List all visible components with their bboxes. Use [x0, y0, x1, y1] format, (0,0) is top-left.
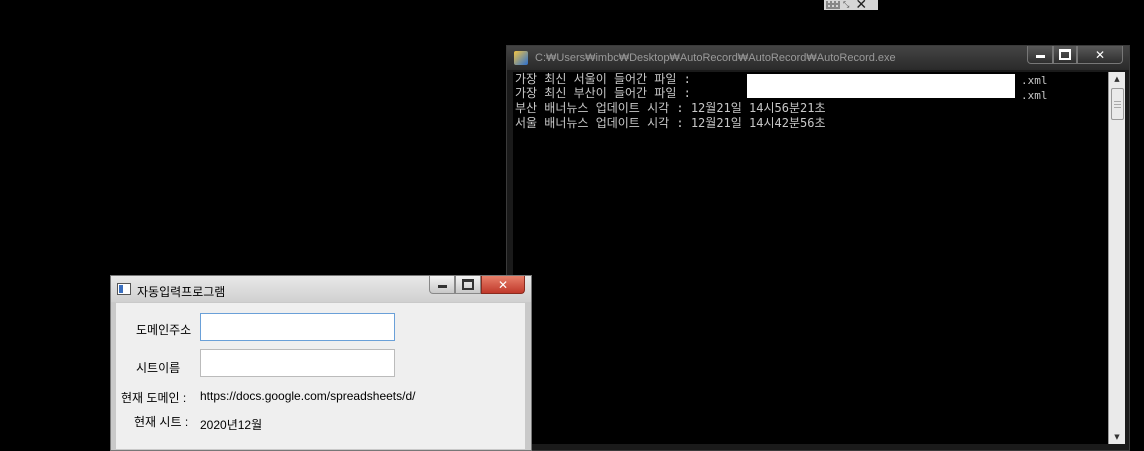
console-line-seoul-update: 서울 배너뉴스 업데이트 시각 : 12월21일 14시42분56초: [515, 116, 826, 130]
console-line-label: 가장 최신 서울이 들어간 파일 :: [515, 72, 691, 86]
sheet-label: 시트이름: [136, 361, 181, 375]
maximize-icon: [1059, 49, 1071, 60]
resize-icon[interactable]: ⤡: [843, 1, 849, 9]
window-app-icon: [117, 283, 131, 295]
current-domain-value: https://docs.google.com/spreadsheets/d/: [200, 389, 416, 403]
close-icon[interactable]: ✕: [855, 0, 867, 12]
maximize-icon: [462, 279, 474, 290]
form-title: 자동입력프로그램: [137, 285, 226, 299]
sheet-input[interactable]: [200, 349, 395, 377]
console-title: C:₩Users₩imbc₩Desktop₩AutoRecord₩AutoRec…: [535, 52, 896, 64]
close-icon: ✕: [1094, 47, 1106, 62]
current-sheet-value: 2020년12월: [200, 418, 263, 432]
redacted-filename: [747, 85, 1015, 98]
console-minimize-button[interactable]: [1027, 46, 1053, 64]
minimize-icon: [1035, 55, 1045, 58]
console-window-controls: ✕: [1027, 46, 1123, 64]
console-line-busan-file: 가장 최신 부산이 들어간 파일 :: [515, 87, 691, 100]
minimize-icon: [437, 285, 447, 288]
current-sheet-label: 현재 시트 :: [134, 415, 189, 429]
form-window-controls: ✕: [429, 276, 525, 294]
console-line-seoul-file: 가장 최신 서울이 들어간 파일 :: [515, 73, 691, 86]
console-titlebar[interactable]: C:₩Users₩imbc₩Desktop₩AutoRecord₩AutoRec…: [507, 46, 1129, 70]
scroll-up-icon[interactable]: ▲: [1109, 72, 1125, 86]
form-close-button[interactable]: ✕: [481, 276, 525, 294]
console-maximize-button[interactable]: [1053, 46, 1077, 64]
form-titlebar[interactable]: 자동입력프로그램 ✕: [111, 276, 531, 302]
auto-input-window: 자동입력프로그램 ✕ 도메인주소 시트이름 현재 도메인 : https://d…: [110, 275, 532, 451]
scroll-down-icon[interactable]: ▼: [1109, 430, 1125, 444]
console-close-button[interactable]: ✕: [1077, 46, 1123, 64]
file-extension: .xml: [1021, 89, 1048, 102]
console-output[interactable]: 가장 최신 서울이 들어간 파일 : .xml 가장 최신 부산이 들어간 파일…: [513, 72, 1109, 444]
python-app-icon: [514, 51, 528, 65]
scroll-thumb[interactable]: [1111, 88, 1124, 120]
grid-icon[interactable]: [826, 1, 840, 9]
console-line-label: 가장 최신 부산이 들어간 파일 :: [515, 86, 691, 100]
current-domain-label: 현재 도메인 :: [121, 391, 187, 405]
form-minimize-button[interactable]: [429, 276, 455, 294]
console-line-busan-update: 부산 배너뉴스 업데이트 시각 : 12월21일 14시56분21초: [515, 101, 826, 115]
console-scrollbar[interactable]: ▲ ▼: [1108, 72, 1125, 444]
console-window: C:₩Users₩imbc₩Desktop₩AutoRecord₩AutoRec…: [506, 45, 1130, 451]
file-extension: .xml: [1021, 74, 1048, 87]
domain-label: 도메인주소: [136, 323, 192, 337]
redacted-filename: [747, 74, 1015, 85]
domain-input[interactable]: [200, 313, 395, 341]
top-toolbar: ⤡ ✕: [824, 0, 878, 12]
close-icon: ✕: [497, 277, 509, 292]
form-body: 도메인주소 시트이름 현재 도메인 : https://docs.google.…: [116, 303, 525, 449]
form-maximize-button[interactable]: [455, 276, 481, 294]
